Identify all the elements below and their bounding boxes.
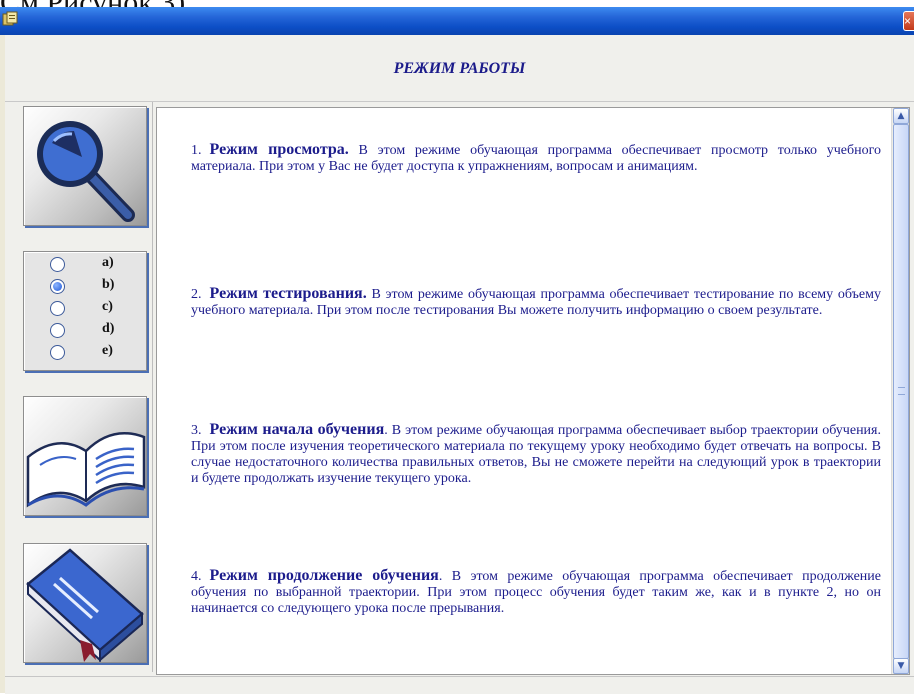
- item-number: 1.: [191, 143, 202, 158]
- option-row: c): [50, 299, 142, 317]
- continue-learning-button[interactable]: [23, 543, 147, 663]
- option-label: a): [102, 255, 114, 270]
- option-label: d): [102, 321, 115, 336]
- radio-icon: [50, 257, 65, 272]
- radio-icon: [50, 301, 65, 316]
- option-label: b): [102, 277, 115, 292]
- option-row: d): [50, 321, 142, 339]
- heading-bar: РЕЖИМ РАБОТЫ: [5, 35, 914, 102]
- close-button[interactable]: ×: [903, 11, 914, 31]
- app-window: × РЕЖИМ РАБОТЫ a) b) c) d) e) 1. Режим п…: [0, 7, 914, 694]
- item-title: Режим начала обучения: [209, 421, 385, 438]
- title-bar[interactable]: ×: [0, 7, 914, 35]
- item-title: Режим просмотра.: [209, 141, 349, 158]
- item-number: 2.: [191, 287, 202, 302]
- item-number: 3.: [191, 423, 202, 438]
- app-icon: [2, 11, 18, 26]
- page-title: РЕЖИМ РАБОТЫ: [393, 60, 526, 77]
- option-label: e): [102, 343, 113, 358]
- mode-description-item: 2. Режим тестирования. В этом режиме обуч…: [191, 286, 881, 319]
- item-title: Режим продолжение обучения: [209, 567, 439, 584]
- closed-book-icon: [26, 548, 144, 662]
- radio-icon: [50, 345, 65, 360]
- content-panel[interactable]: 1. Режим просмотра. В этом режиме обучающ…: [156, 107, 910, 675]
- option-row: b): [50, 277, 142, 295]
- test-mode-button[interactable]: a) b) c) d) e): [23, 251, 147, 371]
- radio-icon: [50, 323, 65, 338]
- option-row: e): [50, 343, 142, 361]
- scroll-thumb[interactable]: [893, 124, 909, 659]
- magnifier-icon: [37, 121, 135, 222]
- radio-selected-icon: [50, 279, 65, 294]
- scroll-up-button[interactable]: ▲: [893, 108, 909, 124]
- mode-sidebar: a) b) c) d) e): [5, 102, 153, 672]
- open-book-icon: [26, 431, 146, 508]
- mode-description-item: 3. Режим начала обучения. В этом режиме о…: [191, 422, 881, 487]
- item-title: Режим тестирования.: [209, 285, 367, 302]
- view-mode-button[interactable]: [23, 106, 147, 226]
- client-area: РЕЖИМ РАБОТЫ a) b) c) d) e) 1. Режим про…: [5, 35, 914, 694]
- scroll-down-button[interactable]: ▼: [893, 658, 909, 674]
- item-number: 4.: [191, 569, 202, 584]
- grip-icon: [898, 387, 905, 395]
- mode-description-item: 4. Режим продолжение обучения. В этом реж…: [191, 568, 881, 617]
- status-bar: [5, 676, 914, 694]
- mode-description-item: 1. Режим просмотра. В этом режиме обучающ…: [191, 142, 881, 175]
- option-row: a): [50, 255, 142, 273]
- mode-descriptions: 1. Режим просмотра. В этом режиме обучающ…: [157, 108, 887, 674]
- option-label: c): [102, 299, 113, 314]
- vertical-scrollbar[interactable]: ▲ ▼: [891, 108, 909, 674]
- start-learning-button[interactable]: [23, 396, 147, 516]
